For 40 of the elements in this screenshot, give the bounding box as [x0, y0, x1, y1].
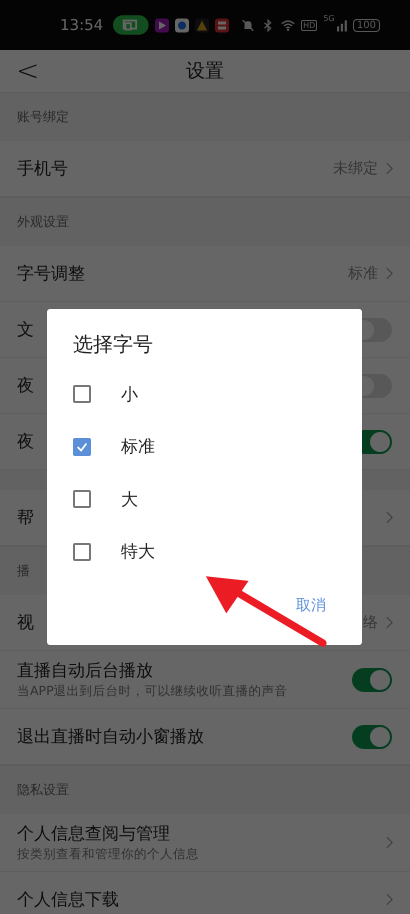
- screen-cast-icon: [113, 14, 149, 36]
- wifi-icon: [281, 18, 296, 32]
- setting-label: 帮: [17, 507, 34, 529]
- signal-icon: [336, 18, 347, 32]
- bell-off-icon: [241, 18, 256, 32]
- checkbox[interactable]: [73, 385, 91, 404]
- option-item[interactable]: 标准: [73, 420, 163, 473]
- setting-label: 个人信息查阅与管理: [17, 823, 170, 845]
- app-icon: [214, 18, 229, 32]
- chevron-right-icon[interactable]: [386, 616, 393, 629]
- option-item[interactable]: 大: [73, 473, 146, 526]
- checkbox[interactable]: [73, 542, 91, 561]
- hd-indicator: HD: [301, 20, 318, 30]
- checkbox[interactable]: [73, 490, 91, 508]
- chevron-right-icon[interactable]: [386, 511, 393, 524]
- setting-label: 直播自动后台播放: [17, 660, 153, 682]
- chevron-right-icon[interactable]: [386, 893, 393, 906]
- setting-label: 字号调整: [17, 263, 85, 285]
- toggle-switch[interactable]: [352, 724, 392, 748]
- setting-label: 退出直播时自动小窗播放: [17, 726, 204, 748]
- chevron-right-icon[interactable]: [386, 267, 393, 280]
- setting-label: 手机号: [17, 158, 68, 180]
- chevron-right-icon[interactable]: [386, 162, 393, 175]
- setting-label: 个人信息下载: [17, 889, 119, 911]
- dialog-title: 选择字号: [73, 331, 154, 358]
- network-label: 5G: [323, 14, 335, 23]
- setting-label: 夜: [17, 431, 34, 453]
- status-time: 13:54: [60, 16, 104, 34]
- setting-label: 夜: [17, 375, 34, 397]
- battery-indicator: 100: [352, 18, 380, 32]
- checkbox[interactable]: [73, 438, 91, 456]
- app-icon: [154, 18, 169, 32]
- setting-label: 视: [17, 612, 34, 634]
- app-icon: [194, 18, 209, 32]
- setting-label: 文: [17, 319, 34, 341]
- page-title: 设置: [186, 59, 224, 84]
- chevron-right-icon[interactable]: [386, 836, 393, 849]
- option-item[interactable]: 小: [73, 368, 146, 420]
- app-icon: [174, 18, 189, 32]
- toggle-switch[interactable]: [352, 668, 392, 692]
